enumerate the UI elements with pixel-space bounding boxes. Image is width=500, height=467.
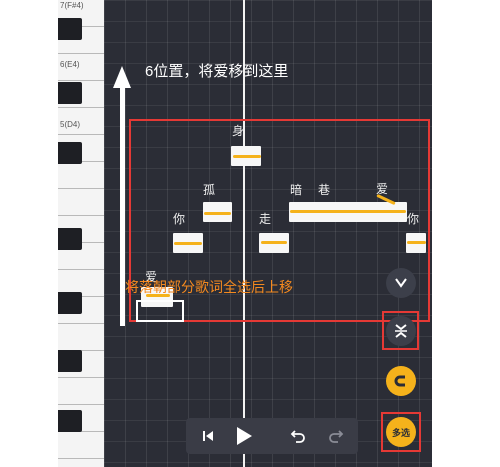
play-button[interactable] [228, 418, 260, 454]
move-tool-button[interactable] [386, 268, 416, 298]
piano-keyboard[interactable]: 7(F#4) 6(E4) 5(D4) [58, 0, 104, 467]
black-key[interactable] [58, 350, 82, 372]
black-key[interactable] [58, 410, 82, 432]
instruction-text-top: 6位置，将爱移到这里 [145, 63, 289, 80]
undo-button[interactable] [282, 418, 314, 454]
piano-key[interactable] [58, 189, 104, 216]
multi-select-button[interactable]: 多选 [386, 417, 416, 447]
skip-previous-button[interactable] [192, 418, 224, 454]
black-key[interactable] [58, 142, 82, 164]
redo-button[interactable] [320, 418, 352, 454]
piano-key[interactable] [58, 162, 104, 189]
magnet-tool-button[interactable] [386, 366, 416, 396]
playback-toolbar [186, 418, 358, 454]
expand-icon [395, 324, 407, 338]
piano-key[interactable] [58, 432, 104, 459]
key-label: 7(F#4) [60, 1, 84, 10]
piano-key[interactable] [58, 324, 104, 351]
piano-key[interactable] [58, 378, 104, 405]
black-key[interactable] [58, 228, 82, 250]
black-key[interactable] [58, 292, 82, 314]
black-key[interactable] [58, 82, 82, 104]
instruction-text-bottom: 将落朝部分歌词全选后上移 [125, 279, 293, 295]
play-icon [237, 427, 252, 445]
up-arrow-icon [113, 66, 131, 88]
redo-icon [329, 430, 344, 443]
skip-previous-icon [203, 431, 213, 441]
multi-select-label: 多选 [391, 427, 410, 438]
target-note-highlight [136, 300, 184, 322]
expand-tool-button[interactable] [386, 316, 416, 346]
black-key[interactable] [58, 18, 82, 40]
piano-key[interactable] [58, 459, 104, 467]
magnet-icon [394, 375, 405, 387]
key-label: 5(D4) [60, 120, 81, 129]
key-label: 6(E4) [60, 60, 80, 69]
move-icon [395, 278, 407, 288]
undo-icon [290, 430, 305, 443]
